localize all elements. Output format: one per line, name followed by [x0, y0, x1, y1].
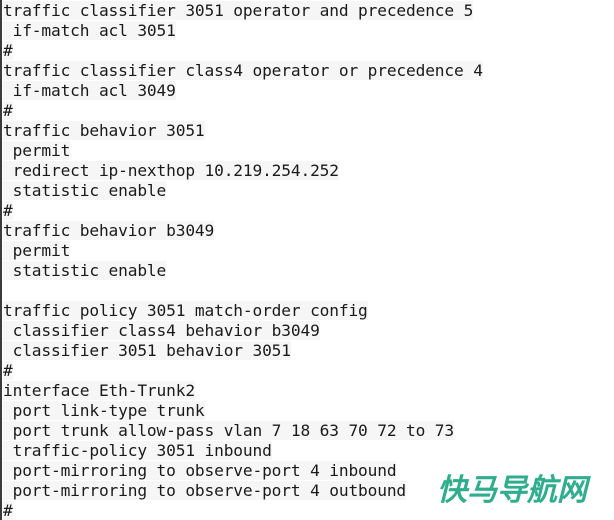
cli-line-text: classifier class4 behavior b3049: [3, 321, 320, 340]
cli-line-text: #: [3, 201, 13, 220]
cli-line-text: port-mirroring to observe-port 4 outboun…: [3, 481, 407, 500]
cli-line-text: [3, 281, 13, 300]
cli-line-text: traffic behavior b3049: [3, 221, 215, 240]
cli-line: #: [3, 101, 611, 121]
cli-line-text: traffic classifier 3051 operator and pre…: [3, 1, 474, 20]
cli-line: traffic policy 3051 match-order config: [3, 301, 611, 321]
cli-line: classifier class4 behavior b3049: [3, 321, 611, 341]
cli-line-text: #: [3, 361, 13, 380]
cli-line-text: if-match acl 3049: [3, 81, 176, 100]
terminal-screenshot: traffic classifier 3051 operator and pre…: [0, 0, 614, 520]
cli-line-text: port link-type trunk: [3, 401, 205, 420]
cli-line-text: permit: [3, 141, 71, 160]
cli-line-text: traffic behavior 3051: [3, 121, 205, 140]
cli-line: port trunk allow-pass vlan 7 18 63 70 72…: [3, 421, 611, 441]
cli-line-text: #: [3, 501, 13, 520]
cli-line: port-mirroring to observe-port 4 inbound: [3, 461, 611, 481]
cli-line: #: [3, 501, 611, 520]
cli-line: permit: [3, 241, 611, 261]
cli-line: statistic enable: [3, 261, 611, 281]
cli-line: #: [3, 41, 611, 61]
cli-line: traffic behavior 3051: [3, 121, 611, 141]
cli-line: traffic classifier 3051 operator and pre…: [3, 1, 611, 21]
cli-line: interface Eth-Trunk2: [3, 381, 611, 401]
cli-configuration-output: traffic classifier 3051 operator and pre…: [3, 1, 611, 520]
cli-line-text: redirect ip-nexthop 10.219.254.252: [3, 161, 339, 180]
cli-line-text: traffic classifier class4 operator or pr…: [3, 61, 483, 80]
cli-line-text: port trunk allow-pass vlan 7 18 63 70 72…: [3, 421, 454, 440]
cli-line-text: #: [3, 101, 13, 120]
cli-line: traffic classifier class4 operator or pr…: [3, 61, 611, 81]
cli-line: #: [3, 361, 611, 381]
cli-line-text: #: [3, 41, 13, 60]
cli-line: if-match acl 3049: [3, 81, 611, 101]
cli-line-text: permit: [3, 241, 71, 260]
cli-line-text: statistic enable: [3, 181, 167, 200]
cli-line: port link-type trunk: [3, 401, 611, 421]
cli-line: classifier 3051 behavior 3051: [3, 341, 611, 361]
cli-line-text: traffic policy 3051 match-order config: [3, 301, 368, 320]
cli-line: redirect ip-nexthop 10.219.254.252: [3, 161, 611, 181]
cli-line-text: traffic-policy 3051 inbound: [3, 441, 272, 460]
cli-line-text: statistic enable: [3, 261, 167, 280]
cli-line: statistic enable: [3, 181, 611, 201]
terminal-left-border: [0, 0, 2, 520]
cli-line-text: classifier 3051 behavior 3051: [3, 341, 291, 360]
cli-line: port-mirroring to observe-port 4 outboun…: [3, 481, 611, 501]
cli-line: permit: [3, 141, 611, 161]
cli-line-text: interface Eth-Trunk2: [3, 381, 195, 400]
cli-line: #: [3, 201, 611, 221]
cli-line-text: if-match acl 3051: [3, 21, 176, 40]
cli-line-text: port-mirroring to observe-port 4 inbound: [3, 461, 397, 480]
cli-line: [3, 281, 611, 301]
cli-line: traffic behavior b3049: [3, 221, 611, 241]
cli-line: if-match acl 3051: [3, 21, 611, 41]
cli-line: traffic-policy 3051 inbound: [3, 441, 611, 461]
